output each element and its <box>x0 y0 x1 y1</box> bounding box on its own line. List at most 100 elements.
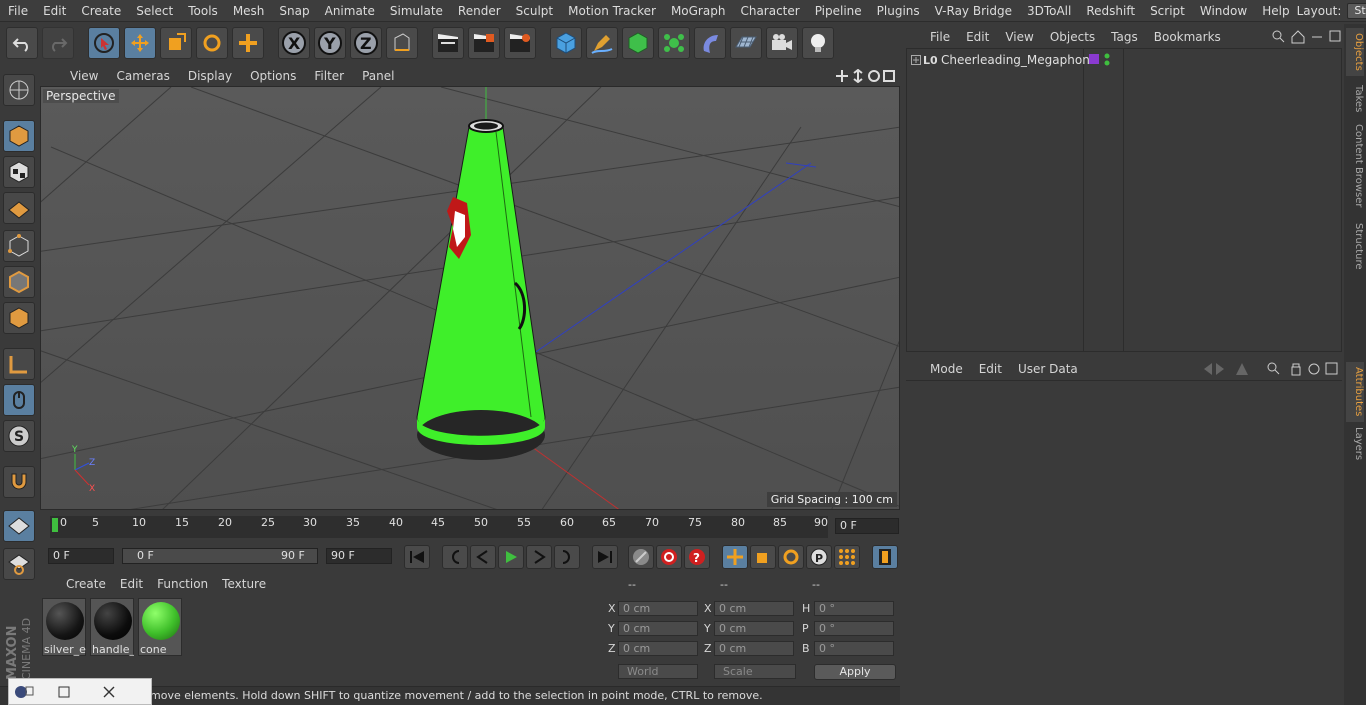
viewport-camera-label[interactable]: Perspective <box>43 89 119 103</box>
make-editable-button[interactable] <box>3 74 35 106</box>
menu-simulate[interactable]: Simulate <box>382 4 450 18</box>
layer-color-swatch[interactable] <box>1089 54 1099 64</box>
tab-takes[interactable]: Takes <box>1346 82 1364 116</box>
floor-button[interactable] <box>730 27 762 59</box>
tab-structure[interactable]: Structure <box>1346 220 1364 272</box>
visibility-dots-icon[interactable] <box>1104 53 1110 70</box>
redo-button[interactable] <box>42 27 74 59</box>
attribute-menu-mode[interactable]: Mode <box>930 362 963 376</box>
play-button[interactable] <box>498 545 524 569</box>
menu-render[interactable]: Render <box>450 4 508 18</box>
next-key-button[interactable] <box>554 545 580 569</box>
go-to-end-button[interactable] <box>592 545 618 569</box>
points-mode-button[interactable] <box>3 230 35 262</box>
scale-dropdown[interactable]: Scale <box>714 664 796 679</box>
live-selection-button[interactable] <box>88 27 120 59</box>
attribute-menu-edit[interactable]: Edit <box>979 362 1002 376</box>
object-menu-file[interactable]: File <box>930 30 950 44</box>
object-row[interactable]: L0 Cheerleading_Megaphone <box>907 52 1343 70</box>
record-active-objects-button[interactable] <box>628 545 654 569</box>
key-scale-button[interactable] <box>750 545 776 569</box>
menu-edit[interactable]: Edit <box>35 4 73 18</box>
timeline-ruler[interactable]: 0 5 10 15 20 25 30 35 40 45 50 55 60 65 … <box>50 516 828 538</box>
previous-key-button[interactable] <box>442 545 468 569</box>
menu-script[interactable]: Script <box>1142 4 1192 18</box>
attribute-menu-user-data[interactable]: User Data <box>1018 362 1078 376</box>
size-y-field[interactable]: 0 cm <box>714 621 794 636</box>
viewport-menu-panel[interactable]: Panel <box>362 69 394 83</box>
next-frame-button[interactable] <box>526 545 552 569</box>
object-menu-edit[interactable]: Edit <box>966 30 989 44</box>
menu-mograph[interactable]: MoGraph <box>663 4 733 18</box>
world-dropdown[interactable]: World <box>618 664 698 679</box>
cloner-button[interactable] <box>658 27 690 59</box>
maximize-icon[interactable] <box>39 686 89 698</box>
menu-plugins[interactable]: Plugins <box>869 4 927 18</box>
menu-sculpt[interactable]: Sculpt <box>508 4 560 18</box>
render-view-button[interactable] <box>432 27 464 59</box>
undo-button[interactable] <box>6 27 38 59</box>
coordinate-system-button[interactable] <box>386 27 418 59</box>
workplane-lock-button[interactable] <box>3 510 35 542</box>
material-menu-function[interactable]: Function <box>157 577 208 591</box>
go-to-start-button[interactable] <box>404 545 430 569</box>
material-menu-create[interactable]: Create <box>66 577 106 591</box>
solo-mode-button[interactable]: S <box>3 420 35 452</box>
polygons-mode-button[interactable] <box>3 302 35 334</box>
deformer-button[interactable] <box>694 27 726 59</box>
menu-character[interactable]: Character <box>732 4 806 18</box>
menu-redshift[interactable]: Redshift <box>1078 4 1142 18</box>
attribute-manager-icons[interactable] <box>1202 362 1338 379</box>
material-swatch[interactable]: handle_ <box>90 598 134 656</box>
expand-icon[interactable] <box>911 54 921 68</box>
menu-motion-tracker[interactable]: Motion Tracker <box>560 4 663 18</box>
key-rotation-button[interactable] <box>778 545 804 569</box>
menu-window[interactable]: Window <box>1192 4 1254 18</box>
menu-mesh[interactable]: Mesh <box>225 4 272 18</box>
z-axis-button[interactable]: Z <box>350 27 382 59</box>
x-axis-button[interactable]: X <box>278 27 310 59</box>
key-pla-button[interactable] <box>834 545 860 569</box>
render-to-picture-viewer-button[interactable] <box>468 27 500 59</box>
move-tool-button[interactable] <box>124 27 156 59</box>
locked-workplane-button[interactable] <box>3 548 35 580</box>
menu-vray-bridge[interactable]: V-Ray Bridge <box>927 4 1019 18</box>
object-menu-tags[interactable]: Tags <box>1111 30 1138 44</box>
rotation-h-field[interactable]: 0 ° <box>814 601 894 616</box>
menu-file[interactable]: File <box>0 4 35 18</box>
key-position-button[interactable] <box>722 545 748 569</box>
menu-create[interactable]: Create <box>73 4 128 18</box>
viewport-nav-icons[interactable] <box>836 68 896 86</box>
subdivision-button[interactable] <box>622 27 654 59</box>
menu-3dtoall[interactable]: 3DToAll <box>1019 4 1078 18</box>
minimized-window[interactable] <box>8 678 152 705</box>
viewport-perspective[interactable]: Y Z X Perspective Grid Spacing : 100 cm <box>40 86 900 510</box>
material-menu-edit[interactable]: Edit <box>120 577 143 591</box>
object-menu-view[interactable]: View <box>1005 30 1033 44</box>
scale-tool-button[interactable] <box>160 27 192 59</box>
edges-mode-button[interactable] <box>3 266 35 298</box>
model-mode-button[interactable] <box>3 120 35 152</box>
layout-select[interactable]: Startup <box>1347 2 1366 19</box>
apply-button[interactable]: Apply <box>814 664 896 680</box>
render-settings-button[interactable] <box>504 27 536 59</box>
end-frame-field[interactable]: 90 F <box>326 548 392 564</box>
viewport-menu-view[interactable]: View <box>70 69 98 83</box>
position-z-field[interactable]: 0 cm <box>618 641 698 656</box>
playhead[interactable] <box>52 518 58 532</box>
tweak-mode-button[interactable] <box>3 384 35 416</box>
cube-primitive-button[interactable] <box>550 27 582 59</box>
viewport-menu-cameras[interactable]: Cameras <box>116 69 169 83</box>
keyframe-selection-button[interactable]: ? <box>684 545 710 569</box>
recent-tool-button[interactable] <box>232 27 264 59</box>
rotation-b-field[interactable]: 0 ° <box>814 641 894 656</box>
size-z-field[interactable]: 0 cm <box>714 641 794 656</box>
camera-button[interactable] <box>766 27 798 59</box>
autokeying-button[interactable] <box>656 545 682 569</box>
object-manager-icons[interactable] <box>1272 30 1342 47</box>
axis-mode-button[interactable] <box>3 348 35 380</box>
start-frame-field[interactable]: 0 F <box>48 548 114 564</box>
menu-help[interactable]: Help <box>1254 4 1296 18</box>
size-x-field[interactable]: 0 cm <box>714 601 794 616</box>
key-parameter-button[interactable]: P <box>806 545 832 569</box>
